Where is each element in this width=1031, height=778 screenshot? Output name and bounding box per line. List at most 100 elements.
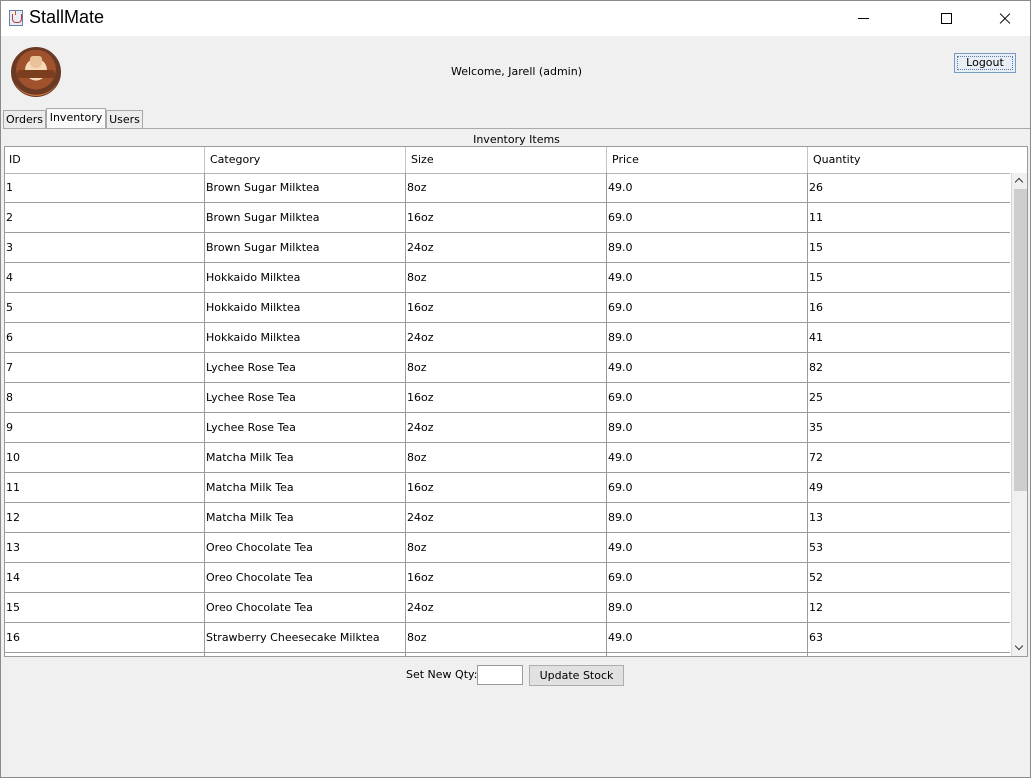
cell-category[interactable]: Brown Sugar Milktea xyxy=(205,173,406,202)
cell-price[interactable]: 49.0 xyxy=(607,173,808,202)
cell-category[interactable]: Oreo Chocolate Tea xyxy=(205,593,406,622)
table-row[interactable]: 11 Matcha Milk Tea 16oz 69.0 49 xyxy=(5,473,1010,503)
cell-price[interactable]: 69.0 xyxy=(607,563,808,592)
table-row[interactable]: 7 Lychee Rose Tea 8oz 49.0 82 xyxy=(5,353,1010,383)
cell-quantity[interactable]: 49 xyxy=(808,473,1010,502)
cell-id[interactable]: 5 xyxy=(5,293,205,322)
cell-size[interactable]: 16oz xyxy=(406,383,607,412)
cell-id[interactable]: 9 xyxy=(5,413,205,442)
cell-size[interactable]: 8oz xyxy=(406,353,607,382)
cell-quantity[interactable]: 11 xyxy=(808,203,1010,232)
cell-size[interactable]: 8oz xyxy=(406,533,607,562)
cell-id[interactable]: 14 xyxy=(5,563,205,592)
cell-price[interactable]: 69.0 xyxy=(607,293,808,322)
tab-inventory[interactable]: Inventory xyxy=(46,108,106,128)
table-row[interactable]: 15 Oreo Chocolate Tea 24oz 89.0 12 xyxy=(5,593,1010,623)
cell-price[interactable]: 49.0 xyxy=(607,533,808,562)
cell-id[interactable]: 3 xyxy=(5,233,205,262)
cell-quantity[interactable]: 35 xyxy=(808,413,1010,442)
cell-id[interactable]: 7 xyxy=(5,353,205,382)
cell-price[interactable]: 89.0 xyxy=(607,503,808,532)
cell-category[interactable]: Hokkaido Milktea xyxy=(205,263,406,292)
table-row[interactable]: 5 Hokkaido Milktea 16oz 69.0 16 xyxy=(5,293,1010,323)
cell-category[interactable]: Lychee Rose Tea xyxy=(205,353,406,382)
table-row[interactable]: 1 Brown Sugar Milktea 8oz 49.0 26 xyxy=(5,173,1010,203)
cell-id[interactable]: 15 xyxy=(5,593,205,622)
tab-orders[interactable]: Orders xyxy=(3,110,46,128)
cell-id[interactable]: 4 xyxy=(5,263,205,292)
cell-price[interactable]: 49.0 xyxy=(607,353,808,382)
table-row[interactable]: 8 Lychee Rose Tea 16oz 69.0 25 xyxy=(5,383,1010,413)
cell-size[interactable]: 16oz xyxy=(406,473,607,502)
cell-size[interactable]: 24oz xyxy=(406,413,607,442)
column-header-category[interactable]: Category xyxy=(205,147,406,173)
cell-size[interactable]: 16oz xyxy=(406,203,607,232)
cell-price[interactable]: 49.0 xyxy=(607,443,808,472)
logout-button[interactable]: Logout xyxy=(954,53,1016,73)
cell-size[interactable]: 24oz xyxy=(406,323,607,352)
cell-price[interactable]: 69.0 xyxy=(607,383,808,412)
cell-quantity[interactable]: 26 xyxy=(808,173,1010,202)
cell-price[interactable]: 89.0 xyxy=(607,233,808,262)
cell-price[interactable]: 69.0 xyxy=(607,473,808,502)
cell-price[interactable]: 89.0 xyxy=(607,593,808,622)
qty-input[interactable] xyxy=(477,665,523,685)
cell-category[interactable]: Oreo Chocolate Tea xyxy=(205,533,406,562)
cell-id[interactable]: 6 xyxy=(5,323,205,352)
cell-price[interactable]: 89.0 xyxy=(607,323,808,352)
table-row[interactable] xyxy=(5,653,1010,656)
cell-id[interactable]: 1 xyxy=(5,173,205,202)
cell-quantity[interactable]: 15 xyxy=(808,263,1010,292)
table-row[interactable]: 12 Matcha Milk Tea 24oz 89.0 13 xyxy=(5,503,1010,533)
table-row[interactable]: 13 Oreo Chocolate Tea 8oz 49.0 53 xyxy=(5,533,1010,563)
table-row[interactable]: 10 Matcha Milk Tea 8oz 49.0 72 xyxy=(5,443,1010,473)
cell-category[interactable]: Hokkaido Milktea xyxy=(205,323,406,352)
cell-quantity[interactable]: 63 xyxy=(808,623,1010,652)
minimize-button[interactable] xyxy=(840,1,886,36)
cell-id[interactable]: 16 xyxy=(5,623,205,652)
cell-size[interactable]: 24oz xyxy=(406,233,607,262)
cell-size[interactable]: 16oz xyxy=(406,563,607,592)
table-row[interactable]: 14 Oreo Chocolate Tea 16oz 69.0 52 xyxy=(5,563,1010,593)
cell-category[interactable]: Matcha Milk Tea xyxy=(205,473,406,502)
title-bar[interactable]: StallMate xyxy=(1,1,1030,36)
cell-category[interactable]: Strawberry Cheesecake Milktea xyxy=(205,623,406,652)
table-row[interactable]: 9 Lychee Rose Tea 24oz 89.0 35 xyxy=(5,413,1010,443)
cell-category[interactable]: Lychee Rose Tea xyxy=(205,383,406,412)
column-header-size[interactable]: Size xyxy=(406,147,607,173)
cell-price[interactable]: 89.0 xyxy=(607,413,808,442)
cell-category[interactable]: Hokkaido Milktea xyxy=(205,293,406,322)
cell-category[interactable]: Lychee Rose Tea xyxy=(205,413,406,442)
update-stock-button[interactable]: Update Stock xyxy=(529,665,624,686)
cell-size[interactable]: 16oz xyxy=(406,293,607,322)
maximize-button[interactable] xyxy=(923,1,969,36)
cell-size[interactable]: 8oz xyxy=(406,263,607,292)
table-row[interactable]: 6 Hokkaido Milktea 24oz 89.0 41 xyxy=(5,323,1010,353)
cell-id[interactable] xyxy=(5,653,205,656)
cell-size[interactable] xyxy=(406,653,607,656)
cell-quantity[interactable] xyxy=(808,653,1010,656)
table-row[interactable]: 16 Strawberry Cheesecake Milktea 8oz 49.0 63 xyxy=(5,623,1010,653)
cell-size[interactable]: 24oz xyxy=(406,503,607,532)
cell-id[interactable]: 11 xyxy=(5,473,205,502)
cell-quantity[interactable]: 82 xyxy=(808,353,1010,382)
cell-price[interactable]: 49.0 xyxy=(607,263,808,292)
column-header-price[interactable]: Price xyxy=(607,147,808,173)
cell-id[interactable]: 8 xyxy=(5,383,205,412)
cell-category[interactable]: Matcha Milk Tea xyxy=(205,503,406,532)
cell-category[interactable]: Brown Sugar Milktea xyxy=(205,203,406,232)
scroll-thumb[interactable] xyxy=(1014,189,1027,491)
cell-quantity[interactable]: 13 xyxy=(808,503,1010,532)
cell-category[interactable]: Matcha Milk Tea xyxy=(205,443,406,472)
cell-quantity[interactable]: 41 xyxy=(808,323,1010,352)
cell-quantity[interactable]: 16 xyxy=(808,293,1010,322)
cell-size[interactable]: 8oz xyxy=(406,173,607,202)
scroll-down-arrow-icon[interactable] xyxy=(1012,640,1027,656)
table-row[interactable]: 2 Brown Sugar Milktea 16oz 69.0 11 xyxy=(5,203,1010,233)
scroll-up-arrow-icon[interactable] xyxy=(1012,173,1027,189)
cell-price[interactable] xyxy=(607,653,808,656)
tab-users[interactable]: Users xyxy=(106,110,143,128)
column-header-id[interactable]: ID xyxy=(5,147,205,173)
cell-category[interactable]: Brown Sugar Milktea xyxy=(205,233,406,262)
cell-id[interactable]: 12 xyxy=(5,503,205,532)
